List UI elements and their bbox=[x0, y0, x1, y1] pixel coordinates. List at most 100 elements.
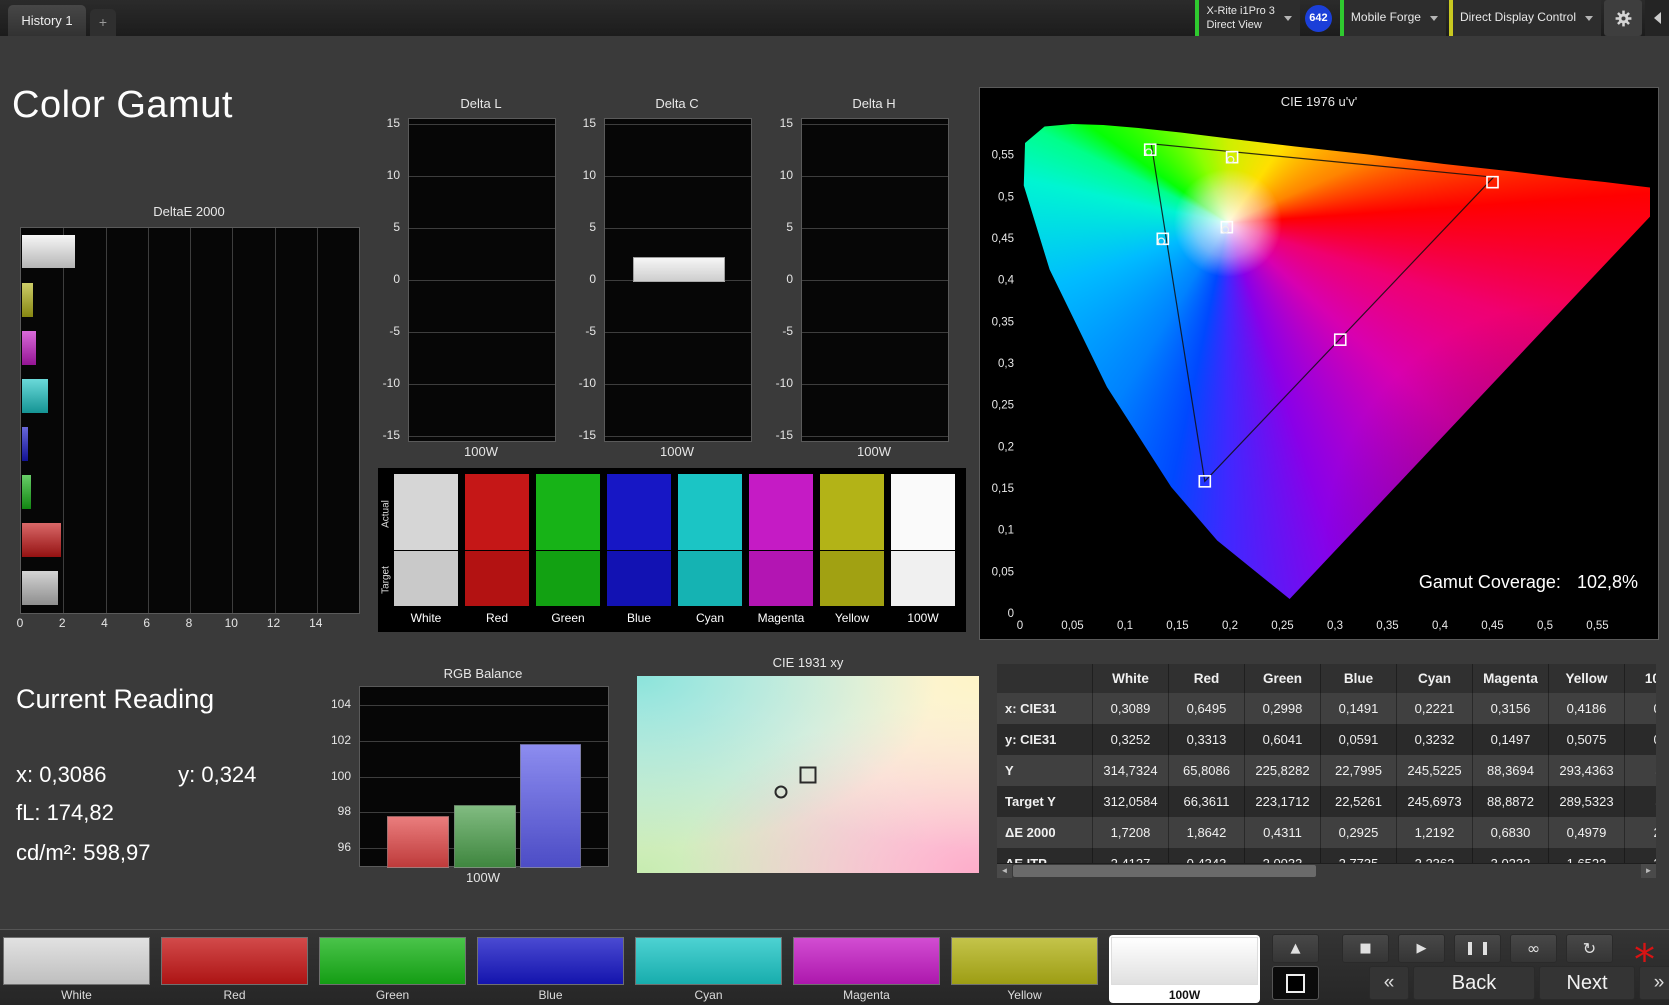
axis-tick-label: 0 bbox=[786, 272, 793, 286]
gridline bbox=[802, 228, 948, 230]
column-header: Green bbox=[1245, 664, 1321, 693]
deltae2000-x-axis: 0 2 4 6 8 10 12 14 bbox=[17, 616, 358, 632]
table-header-row: WhiteRedGreenBlueCyanMagentaYellow100W bbox=[997, 664, 1656, 693]
axis-tick-label: 4 bbox=[101, 616, 108, 630]
table-cell: 0,2998 bbox=[1245, 693, 1321, 724]
table-cell: 22,5261 bbox=[1321, 786, 1397, 817]
table-cell: 88,8872 bbox=[1473, 786, 1549, 817]
workflow-status-indicator bbox=[1448, 0, 1453, 36]
axis-tick-label: -5 bbox=[782, 323, 793, 338]
scrollbar-thumb[interactable] bbox=[1013, 865, 1317, 877]
swatch-strip: Actual Target White Red Green Blue Cyan Magen… bbox=[378, 468, 966, 632]
back-skip-button[interactable]: « bbox=[1369, 966, 1409, 1000]
rgb-balance-chart: RGB Balance 96 98 100 102 104 100W bbox=[331, 666, 609, 888]
chart-title: Delta C bbox=[655, 96, 699, 111]
target-swatch bbox=[394, 551, 458, 606]
table-row: y: CIE31 0,3252 0,3313 0,6041 0,0591 0,3232 0,… bbox=[997, 724, 1656, 755]
svg-text:0,1: 0,1 bbox=[998, 525, 1014, 537]
chart-title: Delta L bbox=[460, 96, 502, 111]
next-button[interactable]: Next bbox=[1539, 966, 1635, 1000]
table-cell: 0,3156 bbox=[1473, 693, 1549, 724]
source-name: Mobile Forge bbox=[1350, 10, 1421, 25]
transport-row1: ▲ ■ ▶ ∞ ↻ * bbox=[1272, 934, 1667, 980]
bar-blue bbox=[519, 744, 582, 868]
settings-button[interactable] bbox=[1604, 0, 1642, 36]
swatch-label: White bbox=[410, 611, 442, 625]
delta-l-chart: Delta L 15 10 5 0 -5 -10 -15 100W bbox=[383, 96, 556, 468]
axis-tick-label: -10 bbox=[578, 375, 596, 390]
workflow-dropdown[interactable]: Direct Display Control bbox=[1448, 0, 1601, 36]
delta-h-x-label: 100W bbox=[857, 444, 891, 459]
svg-text:0,2: 0,2 bbox=[998, 441, 1014, 453]
svg-text:0,3: 0,3 bbox=[1327, 620, 1343, 632]
blue-patch bbox=[477, 937, 624, 985]
square-marker bbox=[799, 766, 817, 783]
pause-button[interactable] bbox=[1454, 934, 1501, 963]
play-button[interactable]: ▶ bbox=[1398, 934, 1445, 963]
table-cell: 245,6973 bbox=[1397, 786, 1473, 817]
source-dropdown[interactable]: Mobile Forge bbox=[1339, 0, 1446, 36]
bar-red bbox=[22, 523, 62, 558]
svg-text:0,05: 0,05 bbox=[1061, 620, 1083, 632]
loop-button[interactable]: ∞ bbox=[1510, 934, 1557, 963]
gamut-coverage-value: 102,8% bbox=[1576, 572, 1638, 592]
tab-history[interactable]: History 1 bbox=[8, 5, 86, 36]
patch-button-green[interactable]: Green bbox=[319, 937, 466, 1003]
next-skip-button[interactable]: » bbox=[1639, 966, 1669, 1000]
scroll-right-arrow[interactable]: ► bbox=[1641, 864, 1656, 878]
table-grid: WhiteRedGreenBlueCyanMagentaYellow100Wx:… bbox=[997, 664, 1656, 878]
patch-label: Cyan bbox=[694, 988, 723, 1002]
bar-green bbox=[454, 805, 516, 868]
patch-button-magenta[interactable]: Magenta bbox=[793, 937, 940, 1003]
patch-button-red[interactable]: Red bbox=[161, 937, 308, 1003]
table-cell: 0,2221 bbox=[1397, 693, 1473, 724]
table-cell: 0,6041 bbox=[1245, 724, 1321, 755]
patch-button-white[interactable]: White bbox=[3, 937, 150, 1003]
table-cell: 0,6495 bbox=[1169, 693, 1245, 724]
rgb-balance-plot bbox=[359, 686, 609, 868]
pattern-window-button[interactable] bbox=[1272, 966, 1319, 1000]
bar-red bbox=[387, 815, 449, 868]
gridline bbox=[802, 435, 948, 437]
meter-dropdown[interactable]: X-Rite i1Pro 3 Direct View bbox=[1195, 0, 1300, 36]
gridline bbox=[63, 228, 65, 613]
collapse-arrow-icon bbox=[1653, 12, 1661, 24]
alert-button[interactable]: * bbox=[1622, 935, 1667, 980]
refresh-button[interactable]: ↻ bbox=[1566, 934, 1613, 963]
svg-text:0: 0 bbox=[1008, 608, 1014, 620]
table-cell: 293,4363 bbox=[1549, 755, 1625, 786]
axis-tick-label: -5 bbox=[585, 323, 596, 338]
swatch-column-blue: Blue bbox=[607, 474, 671, 628]
axis-tick-label: 5 bbox=[393, 220, 400, 235]
gridline bbox=[360, 740, 608, 742]
add-tab-button[interactable]: + bbox=[90, 9, 116, 36]
patch-label: Magenta bbox=[843, 988, 890, 1002]
chevron-down-icon bbox=[1585, 15, 1593, 21]
collapse-panel-button[interactable] bbox=[1645, 0, 1669, 36]
measurement-table: WhiteRedGreenBlueCyanMagentaYellow100Wx:… bbox=[997, 664, 1656, 878]
patch-button-100w[interactable]: 100W bbox=[1109, 935, 1260, 1003]
cie1931-gradient-field bbox=[637, 676, 979, 873]
gridline bbox=[409, 228, 555, 230]
patch-button-blue[interactable]: Blue bbox=[477, 937, 624, 1003]
gridline bbox=[409, 280, 555, 281]
svg-text:0,15: 0,15 bbox=[992, 483, 1014, 495]
gridline bbox=[190, 228, 191, 613]
delta-c-x-label: 100W bbox=[660, 444, 694, 459]
patch-label: Green bbox=[375, 988, 410, 1002]
patch-button-cyan[interactable]: Cyan bbox=[635, 937, 782, 1003]
top-bar: History 1 + X-Rite i1Pro 3 Direct View 6… bbox=[0, 0, 1669, 36]
eject-button[interactable]: ▲ bbox=[1272, 934, 1319, 963]
table-cell: 0,1491 bbox=[1321, 693, 1397, 724]
circle-marker bbox=[774, 785, 788, 799]
bar-yellow bbox=[22, 282, 33, 317]
swatch-column-cyan: Cyan bbox=[678, 474, 742, 628]
measurement-count-badge[interactable]: 642 bbox=[1304, 4, 1332, 32]
back-button[interactable]: Back bbox=[1413, 966, 1535, 1000]
patch-button-yellow[interactable]: Yellow bbox=[951, 937, 1098, 1003]
scroll-left-arrow[interactable]: ◄ bbox=[997, 864, 1012, 878]
axis-tick-label: 10 bbox=[386, 168, 400, 183]
table-cell: 0,2925 bbox=[1321, 817, 1397, 848]
table-horizontal-scrollbar[interactable]: ◄ ► bbox=[997, 863, 1656, 878]
stop-button[interactable]: ■ bbox=[1342, 934, 1389, 963]
